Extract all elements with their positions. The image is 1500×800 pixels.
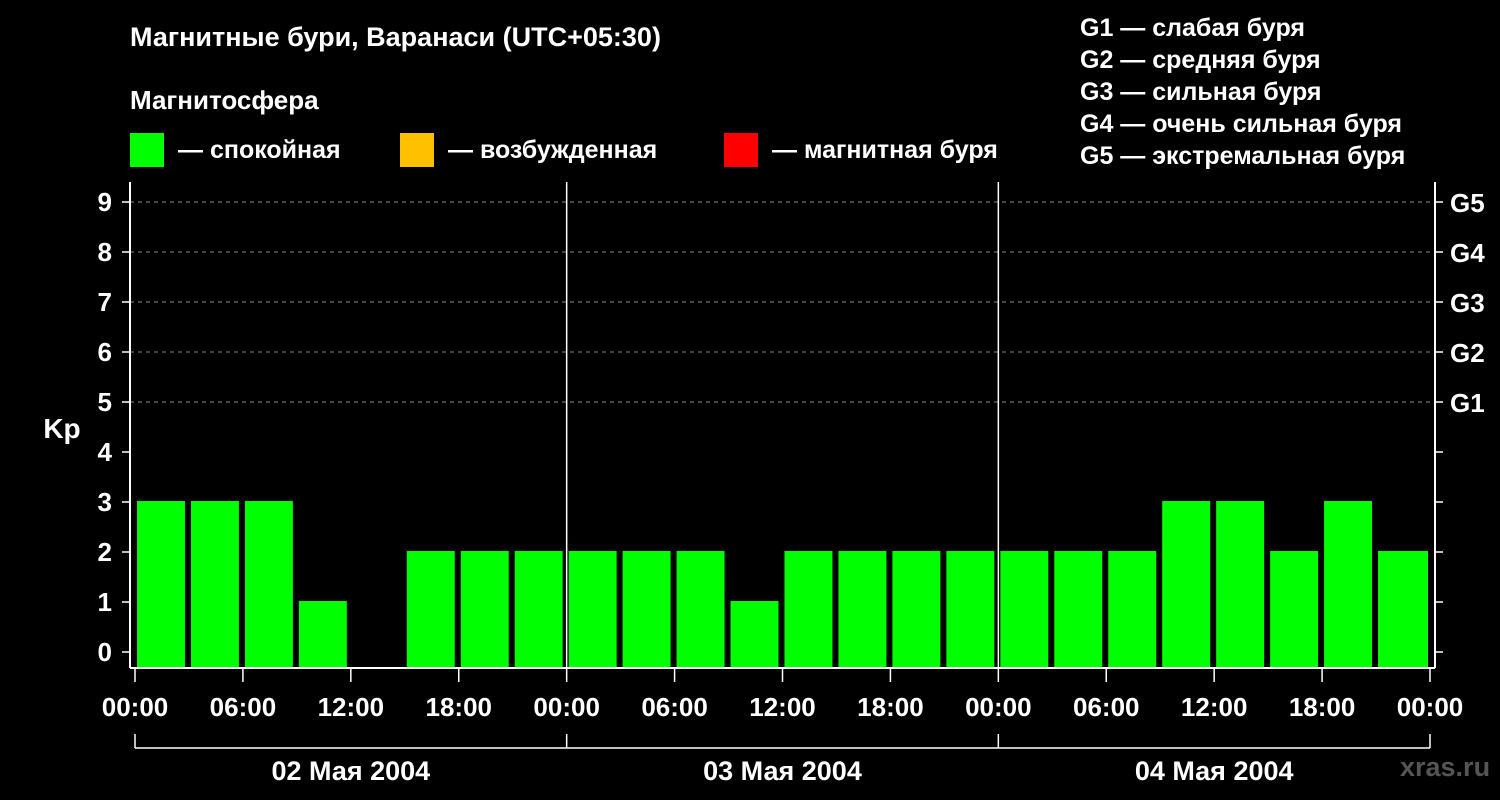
y-tick-label-0: 0 <box>98 637 112 667</box>
bar-19 <box>1162 501 1211 668</box>
bar-18 <box>1108 551 1157 668</box>
right-tick-label-g1: G1 <box>1450 388 1485 418</box>
right-tick-label-g4: G4 <box>1450 238 1485 268</box>
x-tick-label-12: 00:00 <box>1397 692 1464 722</box>
right-tick-label-g3: G3 <box>1450 288 1485 318</box>
y-tick-label-1: 1 <box>98 587 112 617</box>
y-tick-label-8: 8 <box>98 237 112 267</box>
bar-16 <box>1000 551 1049 668</box>
day-label-0: 02 Мая 2004 <box>271 756 430 786</box>
bar-14 <box>892 551 941 668</box>
bar-7 <box>514 551 563 668</box>
y-axis-label: Kp <box>43 413 80 444</box>
bar-11 <box>730 601 779 668</box>
bar-8 <box>568 551 617 668</box>
x-tick-label-3: 18:00 <box>426 692 493 722</box>
x-tick-label-2: 12:00 <box>318 692 385 722</box>
x-tick-label-11: 18:00 <box>1289 692 1356 722</box>
x-tick-label-9: 06:00 <box>1073 692 1140 722</box>
right-tick-label-g2: G2 <box>1450 338 1485 368</box>
bar-13 <box>838 551 887 668</box>
y-tick-label-2: 2 <box>98 537 112 567</box>
y-tick-label-7: 7 <box>98 287 112 317</box>
bar-0 <box>137 501 185 668</box>
bar-6 <box>460 551 509 668</box>
x-tick-label-6: 12:00 <box>749 692 816 722</box>
bar-17 <box>1054 551 1103 668</box>
bar-21 <box>1270 551 1319 668</box>
y-tick-label-5: 5 <box>98 387 112 417</box>
day-label-2: 04 Мая 2004 <box>1135 756 1294 786</box>
x-tick-label-0: 00:00 <box>102 692 169 722</box>
bar-5 <box>406 551 455 668</box>
y-tick-label-4: 4 <box>98 437 113 467</box>
x-tick-label-7: 18:00 <box>857 692 924 722</box>
x-tick-label-8: 00:00 <box>965 692 1032 722</box>
bar-20 <box>1216 501 1265 668</box>
bar-9 <box>622 551 671 668</box>
bar-23 <box>1378 551 1428 668</box>
bar-10 <box>676 551 725 668</box>
x-tick-label-1: 06:00 <box>210 692 277 722</box>
kp-bar-chart: 0 1 2 3 4 5 6 7 8 9 G1 G2 G3 G4 G5 Kp 00:00 06:00 12:00 18:… <box>43 182 1485 786</box>
x-tick-label-4: 00:00 <box>533 692 600 722</box>
right-tick-label-g5: G5 <box>1450 188 1485 218</box>
x-tick-label-10: 12:00 <box>1181 692 1248 722</box>
bar-15 <box>946 551 995 668</box>
bar-3 <box>298 601 347 668</box>
y-tick-label-3: 3 <box>98 487 112 517</box>
watermark: xras.ru <box>1400 752 1491 782</box>
bar-12 <box>784 551 833 668</box>
y-tick-label-6: 6 <box>98 337 112 367</box>
x-tick-label-5: 06:00 <box>641 692 708 722</box>
y-tick-label-9: 9 <box>98 187 112 217</box>
bar-22 <box>1324 501 1373 668</box>
bar-1 <box>190 501 239 668</box>
bar-2 <box>244 501 293 668</box>
day-label-1: 03 Мая 2004 <box>703 756 862 786</box>
